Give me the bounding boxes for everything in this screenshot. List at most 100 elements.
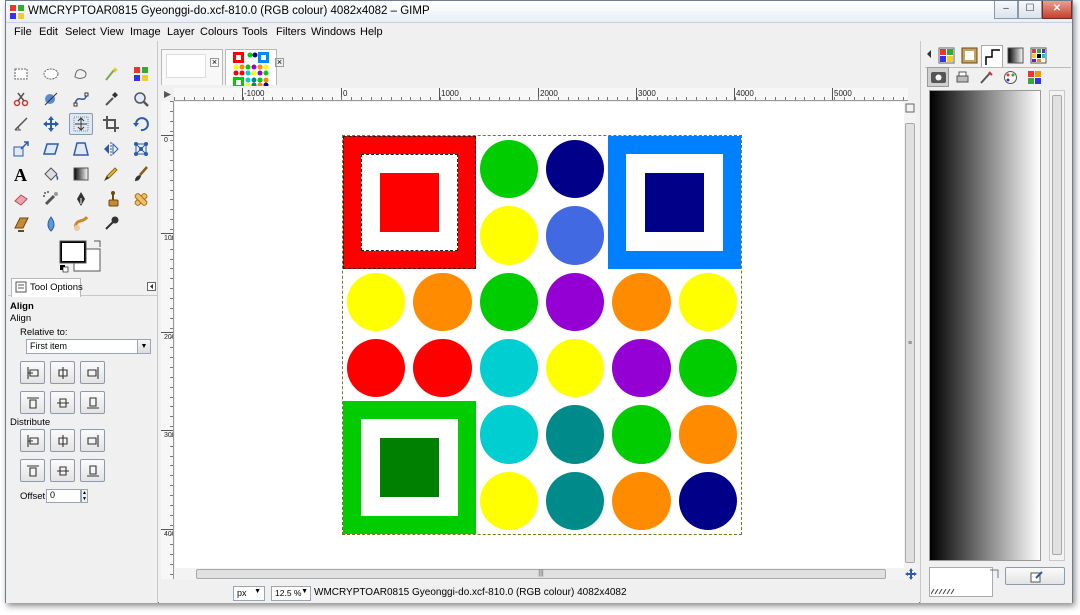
- image-tab-blank[interactable]: [161, 49, 223, 85]
- align-bottom-edge-button[interactable]: [80, 391, 105, 414]
- panel-menu-icon[interactable]: [147, 282, 156, 291]
- fg-bg-colors[interactable]: [58, 239, 106, 273]
- heal-tool[interactable]: [129, 188, 153, 210]
- zoom-tool[interactable]: [129, 88, 153, 110]
- perspective-clone-tool[interactable]: [9, 213, 33, 235]
- cage-tool[interactable]: [129, 138, 153, 160]
- dock-subtab-paint-dynamics[interactable]: [975, 67, 997, 87]
- vertical-scroll-thumb[interactable]: ≡: [905, 123, 915, 563]
- close-tab-icon[interactable]: ×: [210, 58, 219, 67]
- dock-subtab-printer[interactable]: [951, 67, 973, 87]
- menu-help[interactable]: Help: [360, 26, 383, 38]
- bucket-fill-tool[interactable]: [39, 163, 63, 185]
- navigate-icon[interactable]: [905, 568, 917, 580]
- image-viewport[interactable]: [175, 102, 909, 579]
- paths-tool[interactable]: [69, 88, 93, 110]
- dodge-burn-tool[interactable]: [99, 213, 123, 235]
- airbrush-tool[interactable]: [39, 188, 63, 210]
- ruler-minor-tick: [598, 97, 599, 100]
- align-top-edge-button[interactable]: [20, 391, 45, 414]
- rotate-tool[interactable]: [129, 113, 153, 135]
- menu-view[interactable]: View: [100, 26, 124, 38]
- crop-tool[interactable]: [99, 113, 123, 135]
- close-button[interactable]: ✕: [1042, 1, 1072, 19]
- blur-tool[interactable]: [39, 213, 63, 235]
- dock-tab-palettes[interactable]: [1004, 45, 1026, 65]
- gradient-preview[interactable]: [929, 90, 1041, 561]
- align-tool[interactable]: [69, 113, 93, 135]
- free-select-tool[interactable]: [69, 63, 93, 85]
- fuzzy-select-tool[interactable]: [99, 63, 123, 85]
- ellipse-select-tool[interactable]: [39, 63, 63, 85]
- by-color-select-tool[interactable]: [129, 63, 153, 85]
- blend-tool[interactable]: [69, 163, 93, 185]
- dock-scroll-thumb[interactable]: [1052, 95, 1062, 555]
- scissors-select-tool[interactable]: [9, 88, 33, 110]
- menu-filters[interactable]: Filters: [276, 26, 306, 38]
- menu-tools[interactable]: Tools: [242, 26, 268, 38]
- measure-tool[interactable]: [9, 113, 33, 135]
- minimize-button[interactable]: –: [994, 1, 1018, 19]
- menu-file[interactable]: File: [14, 26, 32, 38]
- dock-tab-gradients[interactable]: [981, 45, 1003, 68]
- relative-to-select[interactable]: First item ▼: [26, 339, 151, 354]
- eraser-tool[interactable]: [9, 188, 33, 210]
- chevron-down-icon: ▼: [301, 588, 308, 595]
- vertical-scrollbar[interactable]: ≡: [904, 101, 916, 581]
- maximize-button[interactable]: ☐: [1018, 1, 1042, 19]
- image-canvas[interactable]: [342, 135, 742, 535]
- scale-tool[interactable]: [9, 138, 33, 160]
- align-left-edge-button[interactable]: [20, 361, 45, 384]
- menu-edit[interactable]: Edit: [39, 26, 58, 38]
- distribute-bottom-edge-button[interactable]: [80, 459, 105, 482]
- tab-tool-options[interactable]: Tool Options: [11, 278, 83, 297]
- menu-colours[interactable]: Colours: [200, 26, 238, 38]
- distribute-right-edge-button[interactable]: [80, 429, 105, 452]
- distribute-top-edge-button[interactable]: [20, 459, 45, 482]
- dock-subtab-colormap[interactable]: [1023, 67, 1045, 87]
- align-middle-v-button[interactable]: [50, 391, 75, 414]
- offset-input[interactable]: 0: [46, 489, 81, 503]
- foreground-select-tool[interactable]: [39, 88, 63, 110]
- menu-layer[interactable]: Layer: [167, 26, 195, 38]
- ink-tool[interactable]: [69, 188, 93, 210]
- image-tab-active[interactable]: [225, 49, 277, 88]
- pencil-tool[interactable]: [99, 163, 123, 185]
- clone-tool[interactable]: [99, 188, 123, 210]
- dock-tab-patterns[interactable]: [958, 45, 980, 65]
- distribute-middle-v-button[interactable]: [50, 459, 75, 482]
- flip-tool[interactable]: [99, 138, 123, 160]
- zoom-select[interactable]: 12.5 % ▼: [271, 586, 311, 601]
- dock-tab-brushes[interactable]: [935, 45, 957, 65]
- horizontal-scrollbar[interactable]: |||: [174, 568, 904, 580]
- align-center-h-button[interactable]: [50, 361, 75, 384]
- dock-subtab-palette[interactable]: [999, 67, 1021, 87]
- horizontal-ruler[interactable]: -1000 0 1000 2000 3000 4000 5000: [174, 88, 908, 101]
- zoom-to-fit-icon[interactable]: [905, 103, 915, 113]
- shear-tool[interactable]: [39, 138, 63, 160]
- dock-collapse-icon[interactable]: [925, 49, 933, 59]
- dock-tab-fonts[interactable]: [1027, 45, 1049, 65]
- dock-subtab-device-status[interactable]: [927, 67, 949, 87]
- smudge-tool[interactable]: [69, 213, 93, 235]
- text-tool[interactable]: A: [9, 163, 33, 185]
- distribute-left-edge-button[interactable]: [20, 429, 45, 452]
- rect-select-tool[interactable]: [9, 63, 33, 85]
- menu-image[interactable]: Image: [130, 26, 161, 38]
- edit-button[interactable]: [1005, 567, 1065, 585]
- unit-select[interactable]: px ▼: [233, 586, 265, 601]
- quick-mask-icon[interactable]: [161, 88, 174, 101]
- menu-select[interactable]: Select: [65, 26, 96, 38]
- close-tab-icon[interactable]: ×: [275, 58, 284, 67]
- menu-windows[interactable]: Windows: [311, 26, 356, 38]
- vertical-ruler[interactable]: 01000200030004000: [161, 101, 174, 579]
- offset-spinner[interactable]: ▲ ▼: [81, 489, 88, 503]
- distribute-center-h-button[interactable]: [50, 429, 75, 452]
- color-picker-tool[interactable]: [99, 88, 123, 110]
- dock-scrollbar[interactable]: [1049, 90, 1065, 561]
- perspective-tool[interactable]: [69, 138, 93, 160]
- horizontal-scroll-thumb[interactable]: |||: [196, 569, 886, 579]
- paintbrush-tool[interactable]: [129, 163, 153, 185]
- align-right-edge-button[interactable]: [80, 361, 105, 384]
- move-tool[interactable]: [39, 113, 63, 135]
